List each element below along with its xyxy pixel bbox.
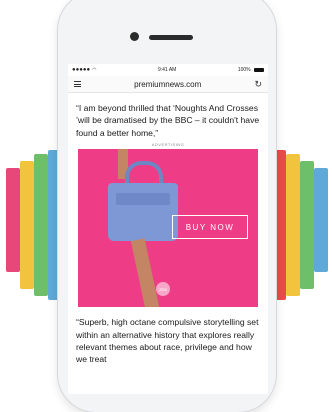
front-camera [130,32,139,41]
article-quote-top: “I am beyond thrilled that ‘Noughts And … [76,103,260,138]
book-spine-right-3 [300,161,314,289]
battery-icon [253,67,264,72]
status-time: 9:41 AM [157,67,177,73]
book-spine-right-4 [314,168,328,272]
buy-now-button[interactable]: BUY NOW [172,215,248,240]
hamburger-icon[interactable] [74,81,81,87]
ad-label: ADVERTISING [151,142,185,148]
book-spine-left-2 [20,161,34,289]
signal-icon: ●●●●● [72,67,91,73]
status-bar: ●●●●● ◠ 9:41 AM 100% [68,64,268,76]
phone-screen: ●●●●● ◠ 9:41 AM 100% premiumnews.com ↻ “… [68,64,268,394]
brand-logo: ZEB [156,282,170,297]
ad-image-handbag [108,183,178,242]
book-spine-left-1 [6,168,20,272]
book-spine-right-2 [286,154,300,296]
browser-address-bar[interactable]: premiumnews.com ↻ [68,76,268,93]
url-text[interactable]: premiumnews.com [134,80,201,89]
earpiece-speaker [149,35,193,40]
article-quote-bottom: “Superb, high octane compulsive storytel… [76,317,259,365]
book-spine-left-3 [34,154,48,296]
ad-image-forearm [130,238,160,308]
ad-image-bag-flap [116,193,170,206]
ad-banner[interactable]: BUY NOW ZEB [78,149,258,308]
reload-icon[interactable]: ↻ [254,79,262,90]
wifi-icon: ◠ [92,67,97,73]
battery-percent: 100% [237,67,251,73]
